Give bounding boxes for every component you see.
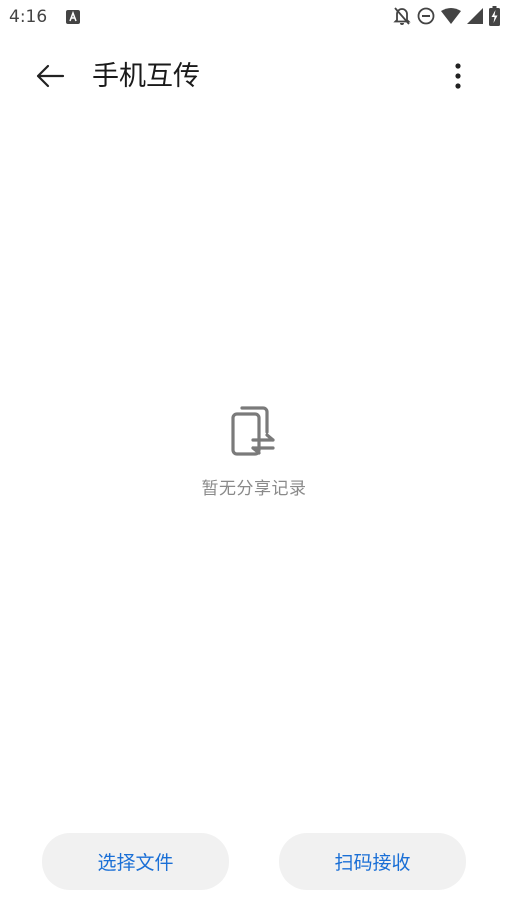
more-vert-icon (455, 63, 461, 93)
bottom-actions: 选择文件 扫码接收 (0, 833, 508, 890)
wifi-icon (441, 8, 461, 24)
status-time: 4:16 (9, 7, 48, 27)
select-files-button[interactable]: 选择文件 (42, 833, 229, 890)
app-a-icon (66, 9, 80, 28)
back-button[interactable] (28, 56, 72, 100)
scan-receive-button[interactable]: 扫码接收 (279, 833, 466, 890)
page-title: 手机互传 (92, 61, 200, 92)
bell-off-icon (393, 6, 411, 26)
do-not-disturb-icon (417, 7, 435, 25)
empty-state: 暂无分享记录 (0, 404, 508, 499)
app-bar: 手机互传 (0, 50, 508, 104)
phone-transfer-icon (0, 404, 508, 458)
empty-state-text: 暂无分享记录 (201, 479, 307, 499)
more-options-button[interactable] (438, 58, 478, 98)
cell-signal-icon (467, 8, 483, 24)
status-bar: 4:16 (0, 0, 508, 34)
battery-charging-icon (489, 6, 500, 26)
arrow-back-icon (35, 64, 65, 92)
